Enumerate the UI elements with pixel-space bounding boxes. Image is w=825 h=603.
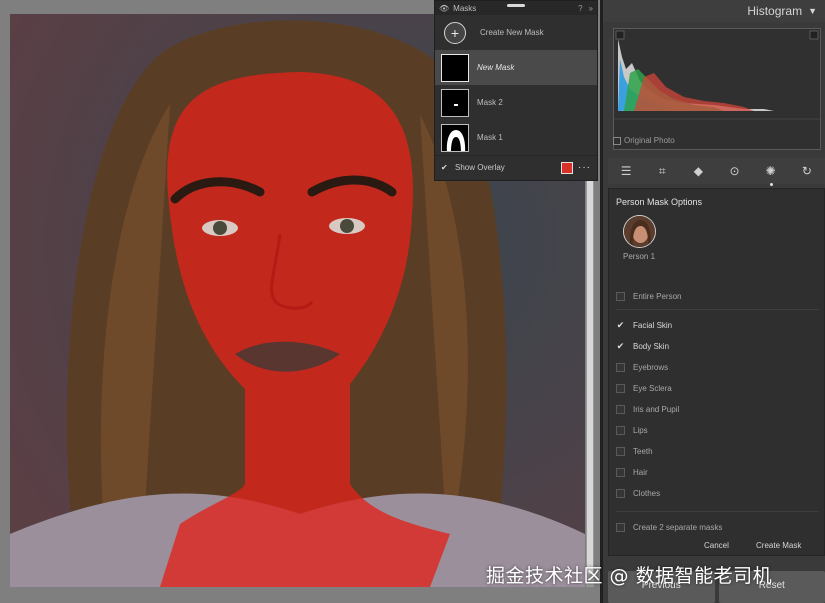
iris-pupil-option[interactable]: Iris and Pupil <box>616 402 679 416</box>
option-label: Facial Skin <box>633 320 673 330</box>
hair-option[interactable]: Hair <box>616 465 648 479</box>
separate-masks-label: Create 2 separate masks <box>633 522 723 532</box>
divider <box>616 309 819 310</box>
entire-person-checkbox[interactable] <box>616 291 625 301</box>
sliders-icon[interactable]: ☰ <box>616 161 636 181</box>
masking-icon[interactable]: ✺ <box>761 161 781 186</box>
create-new-mask-button[interactable]: + Create New Mask <box>435 15 597 50</box>
reset-icon[interactable]: ↻ <box>797 161 817 181</box>
person-mask-title: Person Mask Options <box>616 197 703 207</box>
histogram-header[interactable]: Histogram ▼ <box>603 0 825 22</box>
mask-item-1[interactable]: Mask 1 <box>435 120 597 155</box>
option-checkbox[interactable] <box>616 425 625 435</box>
expand-icon[interactable]: » <box>589 4 593 13</box>
original-photo-label: Original Photo <box>624 136 675 145</box>
option-label: Lips <box>633 425 648 435</box>
right-panel: Histogram ▼ Original Photo ☰ ⌗ ◆ ⊙ ✺ ↻ P… <box>600 0 825 603</box>
plus-icon: + <box>444 21 466 44</box>
person-label: Person 1 <box>623 252 656 261</box>
cancel-button[interactable]: Cancel <box>704 541 729 550</box>
tool-strip: ☰ ⌗ ◆ ⊙ ✺ ↻ <box>608 158 825 186</box>
create-new-mask-label: Create New Mask <box>480 28 544 37</box>
body-skin-option[interactable]: ✔ Body Skin <box>616 339 669 353</box>
eyebrows-option[interactable]: Eyebrows <box>616 360 668 374</box>
option-label: Hair <box>633 467 648 477</box>
more-options-icon[interactable]: ··· <box>578 162 591 173</box>
eye-sclera-option[interactable]: Eye Sclera <box>616 381 672 395</box>
redeye-icon[interactable]: ⊙ <box>725 161 745 181</box>
entire-person-label: Entire Person <box>633 291 682 301</box>
option-label: Teeth <box>633 446 653 456</box>
show-overlay-checkbox[interactable]: ✔ <box>441 163 451 172</box>
eraser-icon[interactable]: ◆ <box>688 161 708 181</box>
histogram-chart <box>613 28 821 150</box>
option-label: Clothes <box>633 488 661 498</box>
mask-thumbnail <box>441 53 469 82</box>
show-overlay-row: ✔ Show Overlay ··· <box>435 155 597 179</box>
checkmark-icon[interactable]: ✔ <box>616 320 625 330</box>
clothes-option[interactable]: Clothes <box>616 486 660 500</box>
masks-panel: 👁 Masks ? » + Create New Mask New Mask M… <box>434 0 598 181</box>
original-photo-toggle[interactable]: Original Photo <box>613 136 675 145</box>
option-checkbox[interactable] <box>616 488 625 498</box>
watermark-text: 掘金技术社区 @ 数据智能老司机 <box>486 565 773 587</box>
mask-thumbnail <box>441 88 469 117</box>
mask-item-label: Mask 1 <box>477 133 503 142</box>
create-mask-button[interactable]: Create Mask <box>756 541 801 550</box>
person-avatar[interactable] <box>623 215 656 248</box>
option-label: Eye Sclera <box>633 383 672 393</box>
masks-header[interactable]: 👁 Masks ? » <box>435 1 597 15</box>
checkmark-icon[interactable]: ✔ <box>616 341 625 351</box>
drag-handle[interactable] <box>507 4 525 7</box>
separate-masks-checkbox[interactable] <box>616 522 625 532</box>
mask-item-label: New Mask <box>477 63 515 72</box>
help-icon[interactable]: ? <box>578 4 582 13</box>
option-label: Eyebrows <box>633 362 669 372</box>
option-checkbox[interactable] <box>616 383 625 393</box>
teeth-option[interactable]: Teeth <box>616 444 653 458</box>
original-photo-checkbox[interactable] <box>613 136 621 145</box>
option-label: Body Skin <box>633 341 670 351</box>
mask-item-2[interactable]: Mask 2 <box>435 85 597 120</box>
option-checkbox[interactable] <box>616 362 625 372</box>
entire-person-option[interactable]: Entire Person <box>616 289 681 303</box>
person-mask-options-panel: Person Mask Options Person 1 Entire Pers… <box>608 188 825 556</box>
masks-title: Masks <box>453 3 477 13</box>
crop-icon[interactable]: ⌗ <box>652 161 672 181</box>
lips-option[interactable]: Lips <box>616 423 648 437</box>
separate-masks-option[interactable]: Create 2 separate masks <box>616 520 722 534</box>
overlay-color-swatch[interactable] <box>561 161 573 174</box>
histogram-title: Histogram <box>747 4 803 18</box>
option-label: Iris and Pupil <box>633 404 680 414</box>
divider <box>616 511 819 512</box>
show-overlay-label: Show Overlay <box>455 163 505 172</box>
collapse-triangle-icon[interactable]: ▼ <box>808 6 817 16</box>
mask-item-label: Mask 2 <box>477 98 503 107</box>
option-checkbox[interactable] <box>616 446 625 456</box>
facial-skin-option[interactable]: ✔ Facial Skin <box>616 318 672 332</box>
eye-icon[interactable]: 👁 <box>439 4 449 13</box>
mask-thumbnail <box>441 123 469 152</box>
mask-item-new[interactable]: New Mask <box>435 50 597 85</box>
option-checkbox[interactable] <box>616 467 625 477</box>
option-checkbox[interactable] <box>616 404 625 414</box>
